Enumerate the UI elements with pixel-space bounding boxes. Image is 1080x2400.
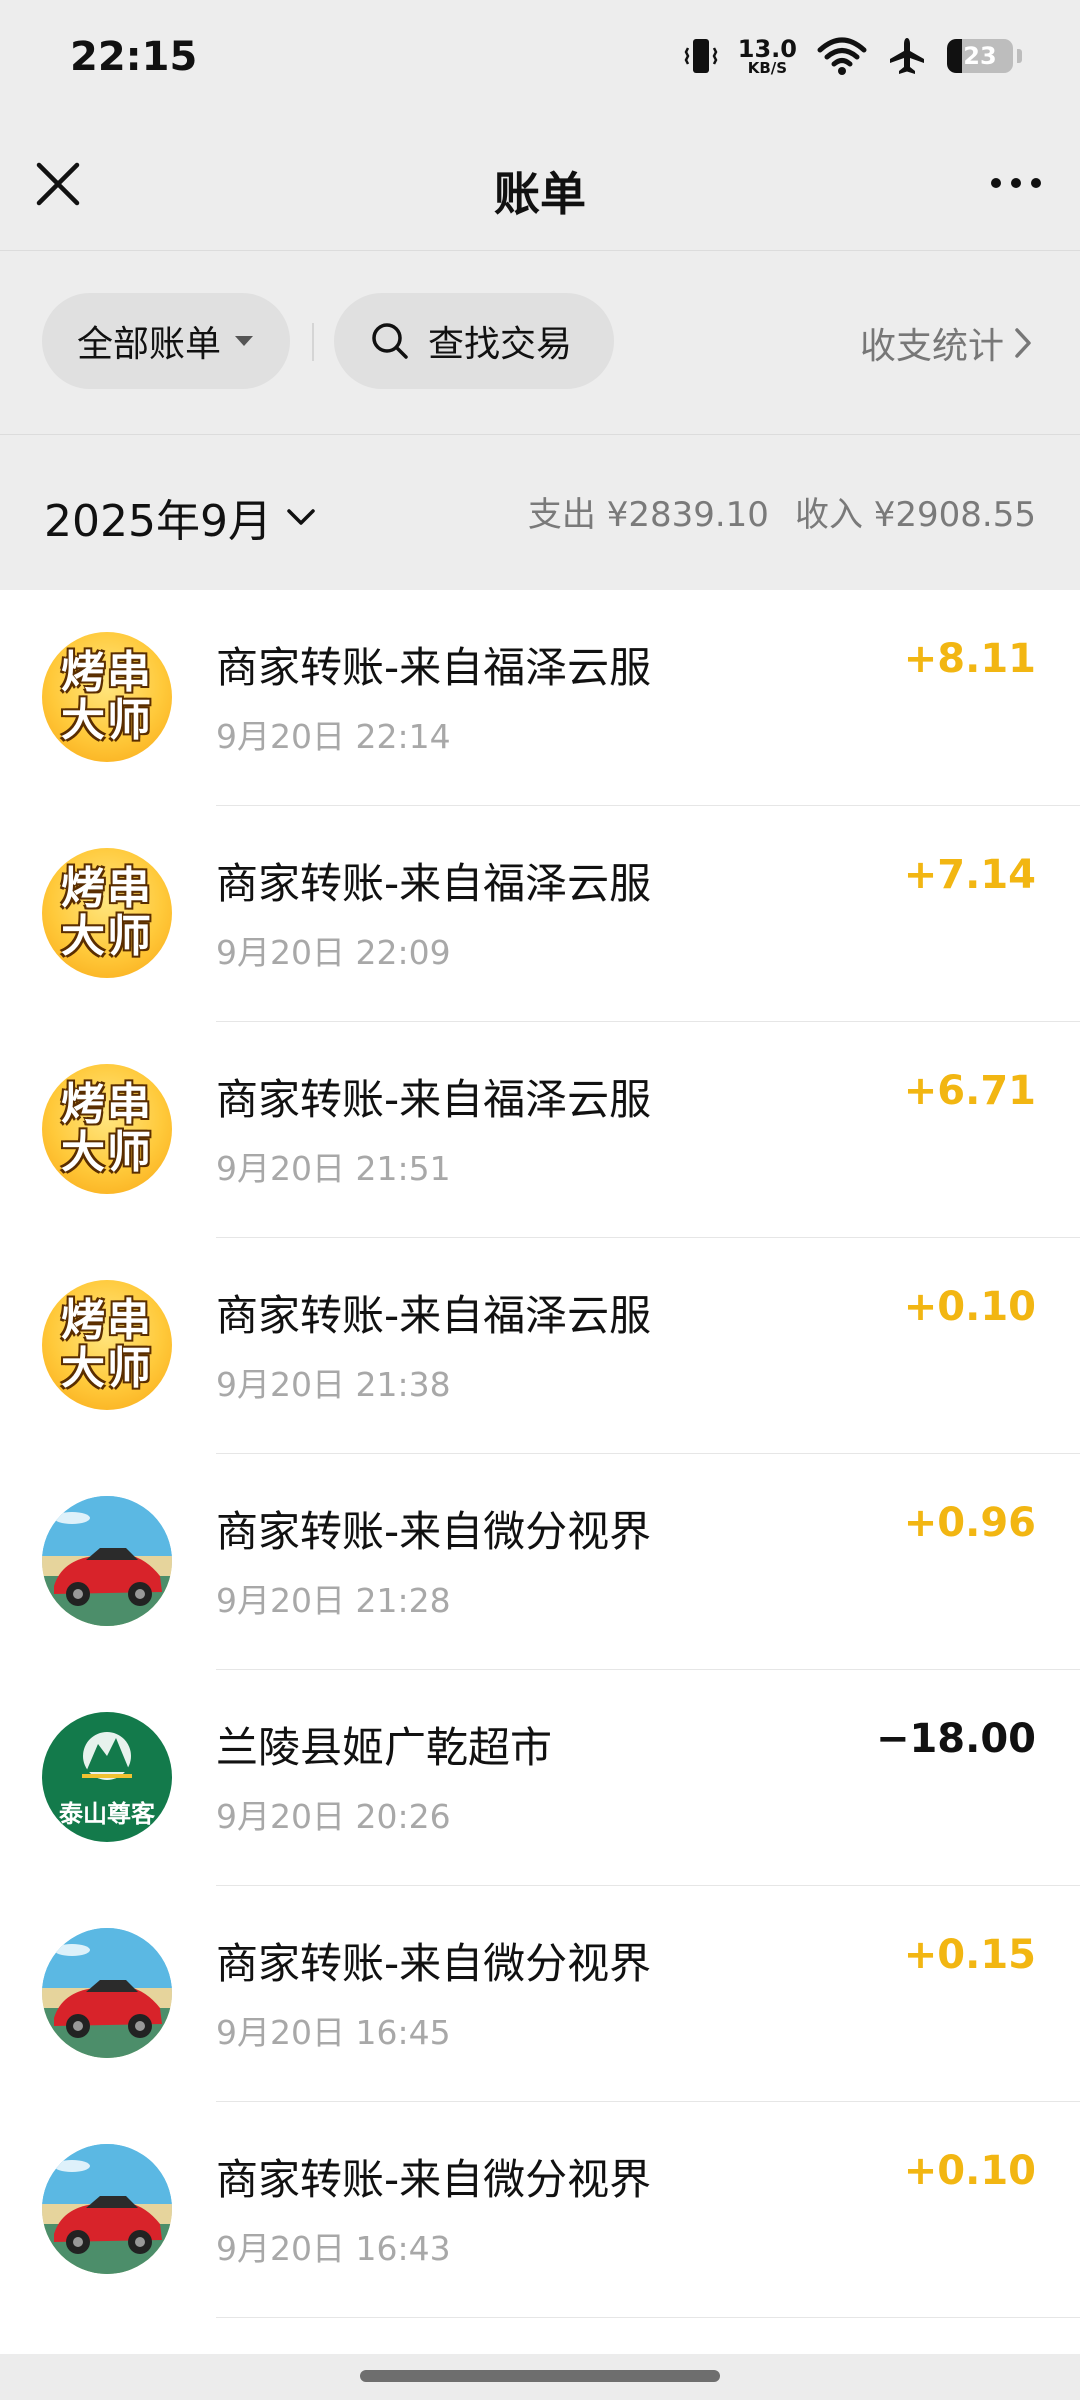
transaction-row[interactable]: 烤串大师 商家转账-来自福泽云服 9月20日 21:38 +0.10 xyxy=(0,1238,1080,1454)
transaction-title: 商家转账-来自微分视界 xyxy=(216,1939,652,1988)
bbq-logo-text: 烤串大师 xyxy=(61,863,153,962)
transaction-title: 商家转账-来自微分视界 xyxy=(216,1507,652,1556)
transaction-title: 兰陵县姬广乾超市 xyxy=(216,1723,553,1772)
battery-icon: 23 xyxy=(947,39,1013,73)
month-summary-bar: 2025年9月 支出 ¥2839.10 收入 ¥2908.55 xyxy=(0,435,1080,589)
filter-divider xyxy=(312,323,314,361)
merchant-avatar-car xyxy=(42,1928,172,2058)
transaction-title: 商家转账-来自微分视界 xyxy=(216,2155,652,2204)
merchant-avatar-bbq: 烤串大师 xyxy=(42,632,172,762)
bill-page: 22:15 13.0 KB/S 23 账单 全部账单 查找交易 收支统计 202… xyxy=(0,0,1080,2400)
month-totals: 支出 ¥2839.10 收入 ¥2908.55 xyxy=(528,487,1036,536)
bbq-logo-text: 烤串大师 xyxy=(61,1079,153,1178)
transaction-amount: +8.11 xyxy=(903,636,1036,682)
month-selector[interactable]: 2025年9月 xyxy=(44,485,316,549)
merchant-avatar-car xyxy=(42,1496,172,1626)
merchant-avatar-bbq: 烤串大师 xyxy=(42,1064,172,1194)
expense-total: 支出 ¥2839.10 xyxy=(527,495,769,535)
transaction-row[interactable]: 泰山尊客 兰陵县姬广乾超市 9月20日 20:26 −18.00 xyxy=(0,1670,1080,1886)
page-title: 账单 xyxy=(494,167,586,221)
transaction-row[interactable]: 烤串大师 商家转账-来自福泽云服 9月20日 21:51 +6.71 xyxy=(0,1022,1080,1238)
income-total: 收入 ¥2908.55 xyxy=(794,495,1036,535)
chevron-down-icon xyxy=(287,509,315,525)
more-button[interactable] xyxy=(986,168,1046,198)
status-icons: 13.0 KB/S 23 xyxy=(684,36,1022,76)
transaction-title: 商家转账-来自福泽云服 xyxy=(216,1075,652,1124)
all-bills-label: 全部账单 xyxy=(76,324,221,365)
gesture-bar xyxy=(0,2354,1080,2400)
bbq-logo-text: 烤串大师 xyxy=(61,647,153,746)
transaction-time: 9月20日 16:45 xyxy=(216,2013,451,2052)
wifi-icon xyxy=(817,36,867,76)
transaction-amount: −18.00 xyxy=(875,1716,1036,1762)
merchant-avatar-bbq: 烤串大师 xyxy=(42,1280,172,1410)
transaction-row[interactable]: 商家转账-来自微分视界 9月20日 16:43 +0.10 xyxy=(0,2102,1080,2318)
bbq-logo-text: 烤串大师 xyxy=(61,1295,153,1394)
transaction-time: 9月20日 16:43 xyxy=(216,2229,451,2268)
home-indicator[interactable] xyxy=(360,2370,720,2382)
nav-bar: 账单 xyxy=(0,118,1080,251)
transaction-amount: +0.10 xyxy=(903,2148,1036,2194)
transaction-amount: +0.96 xyxy=(903,1500,1036,1546)
row-divider xyxy=(216,2317,1080,2318)
search-transactions-button[interactable]: 查找交易 xyxy=(334,293,614,389)
net-speed-value: 13.0 xyxy=(737,34,797,63)
transaction-row[interactable]: 商家转账-来自微分视界 9月20日 16:45 +0.15 xyxy=(0,1886,1080,2102)
transaction-time: 9月20日 21:38 xyxy=(216,1365,451,1404)
search-icon xyxy=(372,323,408,359)
transaction-title: 商家转账-来自福泽云服 xyxy=(216,859,652,908)
vibrate-icon xyxy=(684,36,718,76)
transaction-amount: +6.71 xyxy=(903,1068,1036,1114)
transaction-amount: +0.15 xyxy=(903,1932,1036,1978)
status-time: 22:15 xyxy=(70,34,198,80)
merchant-avatar-bbq: 烤串大师 xyxy=(42,848,172,978)
transaction-title: 商家转账-来自福泽云服 xyxy=(216,643,652,692)
chevron-right-icon xyxy=(1015,328,1031,358)
airplane-icon xyxy=(887,36,927,76)
status-bar: 22:15 13.0 KB/S 23 xyxy=(0,0,1080,118)
search-label: 查找交易 xyxy=(428,324,573,365)
income-expense-stats-link[interactable]: 收支统计 xyxy=(860,317,1032,369)
transaction-title: 商家转账-来自福泽云服 xyxy=(216,1291,652,1340)
transaction-time: 9月20日 21:51 xyxy=(216,1149,451,1188)
merchant-avatar-car xyxy=(42,2144,172,2274)
transaction-time: 9月20日 22:09 xyxy=(216,933,451,972)
transaction-row[interactable]: 烤串大师 商家转账-来自福泽云服 9月20日 22:09 +7.14 xyxy=(0,806,1080,1022)
filter-bar: 全部账单 查找交易 收支统计 xyxy=(0,251,1080,435)
transaction-time: 9月20日 22:14 xyxy=(216,717,451,756)
market-logo-text: 泰山尊客 xyxy=(59,1799,155,1828)
transaction-time: 9月20日 21:28 xyxy=(216,1581,451,1620)
transaction-row[interactable]: 商家转账-来自微分视界 9月20日 21:28 +0.96 xyxy=(0,1454,1080,1670)
merchant-avatar-market: 泰山尊客 xyxy=(42,1712,172,1842)
stats-label: 收支统计 xyxy=(859,326,1004,367)
caret-down-icon xyxy=(235,336,253,346)
battery-level: 23 xyxy=(963,42,997,70)
more-icon xyxy=(991,178,1041,188)
transaction-row[interactable]: 烤串大师 商家转账-来自福泽云服 9月20日 22:14 +8.11 xyxy=(0,590,1080,806)
transaction-list: 烤串大师 商家转账-来自福泽云服 9月20日 22:14 +8.11 烤串大师 商家转账-… xyxy=(0,590,1080,2354)
net-speed-unit: KB/S xyxy=(747,58,788,77)
net-speed: 13.0 KB/S xyxy=(738,37,797,76)
month-label: 2025年9月 xyxy=(44,496,272,547)
transaction-time: 9月20日 20:26 xyxy=(216,1797,451,1836)
transaction-amount: +0.10 xyxy=(903,1284,1036,1330)
all-bills-filter-button[interactable]: 全部账单 xyxy=(42,293,290,389)
transaction-amount: +7.14 xyxy=(903,852,1036,898)
battery-cap xyxy=(1017,49,1022,63)
